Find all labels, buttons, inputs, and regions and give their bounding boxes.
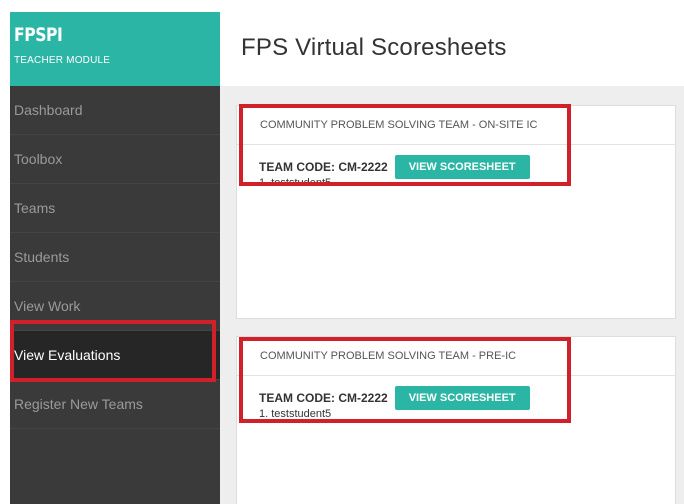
team-code-row: TEAM CODE: CM-2222 VIEW SCORESHEET (259, 386, 675, 410)
brand-logo[interactable]: FPSPI (14, 24, 183, 46)
sidebar-item-view-evaluations[interactable]: View Evaluations (10, 331, 220, 380)
sidebar: FPSPI TEACHER MODULE Dashboard Toolbox T… (10, 12, 220, 504)
brand-block: FPSPI TEACHER MODULE (10, 12, 220, 86)
team-code-row: TEAM CODE: CM-2222 VIEW SCORESHEET (259, 155, 675, 179)
card-heading: COMMUNITY PROBLEM SOLVING TEAM - PRE-IC (237, 337, 675, 376)
sidebar-item-students[interactable]: Students (10, 233, 220, 282)
scoresheet-card-preic: COMMUNITY PROBLEM SOLVING TEAM - PRE-IC … (236, 336, 676, 504)
card-body: TEAM CODE: CM-2222 VIEW SCORESHEET 1. te… (237, 145, 675, 189)
brand-module-label: TEACHER MODULE (14, 55, 111, 66)
sidebar-item-teams[interactable]: Teams (10, 184, 220, 233)
card-body: TEAM CODE: CM-2222 VIEW SCORESHEET 1. te… (237, 376, 675, 420)
card-heading: COMMUNITY PROBLEM SOLVING TEAM - ON-SITE… (237, 106, 675, 145)
sidebar-item-dashboard[interactable]: Dashboard (10, 86, 220, 135)
main-content: FPS Virtual Scoresheets COMMUNITY PROBLE… (220, 0, 684, 504)
sidebar-item-register-new-teams[interactable]: Register New Teams (10, 380, 220, 429)
team-code: TEAM CODE: CM-2222 (259, 160, 388, 174)
page-header: FPS Virtual Scoresheets (220, 0, 684, 86)
sidebar-item-toolbox[interactable]: Toolbox (10, 135, 220, 184)
view-scoresheet-button[interactable]: VIEW SCORESHEET (394, 155, 530, 179)
team-code: TEAM CODE: CM-2222 (259, 391, 388, 405)
scoresheet-card-onsite: COMMUNITY PROBLEM SOLVING TEAM - ON-SITE… (236, 105, 676, 319)
page-title: FPS Virtual Scoresheets (241, 34, 507, 61)
view-scoresheet-button[interactable]: VIEW SCORESHEET (394, 386, 530, 410)
sidebar-item-view-work[interactable]: View Work (10, 282, 220, 331)
